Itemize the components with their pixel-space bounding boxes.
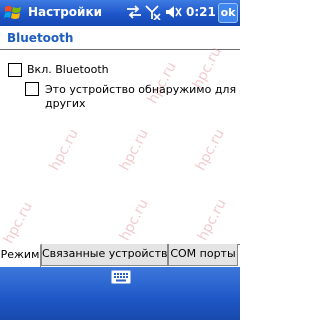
watermark-text: hpc.ru [116, 126, 152, 174]
bluetooth-on-label[interactable]: Вкл. Bluetooth [27, 63, 109, 77]
clock[interactable]: 0:21 [186, 5, 216, 19]
discoverable-checkbox[interactable] [25, 82, 39, 96]
menu-bar [0, 267, 240, 320]
ok-button[interactable]: ok [218, 3, 238, 23]
title-divider [0, 49, 240, 50]
watermark-text: hpc.ru [192, 126, 228, 174]
connectivity-icon[interactable] [126, 5, 142, 19]
speaker-icon[interactable] [165, 5, 183, 19]
bluetooth-on-checkbox[interactable] [8, 63, 22, 77]
page-title: Bluetooth [7, 31, 74, 45]
tab-paired-devices[interactable]: Связанные устройства [41, 244, 174, 266]
discoverable-label-line1[interactable]: Это устройство обнаружимо для [45, 83, 236, 97]
title-bar: Настройки 0:21 ok [0, 0, 240, 26]
windows-start-icon[interactable] [2, 2, 24, 24]
discoverable-label-line2[interactable]: других [45, 97, 86, 111]
tab-bar: Режим Связанные устройства COM порты [0, 244, 240, 267]
watermark-text: hpc.ru [194, 196, 230, 244]
watermark-text: hpc.ru [0, 199, 36, 247]
tab-com-ports[interactable]: COM порты [168, 244, 238, 266]
watermark-text: hpc.ru [116, 196, 152, 244]
tab-mode[interactable]: Режим [0, 244, 41, 267]
keyboard-icon[interactable] [111, 270, 131, 284]
watermark-text: hpc.ru [46, 126, 82, 174]
no-signal-icon[interactable] [145, 5, 161, 20]
app-title: Настройки [28, 5, 103, 19]
